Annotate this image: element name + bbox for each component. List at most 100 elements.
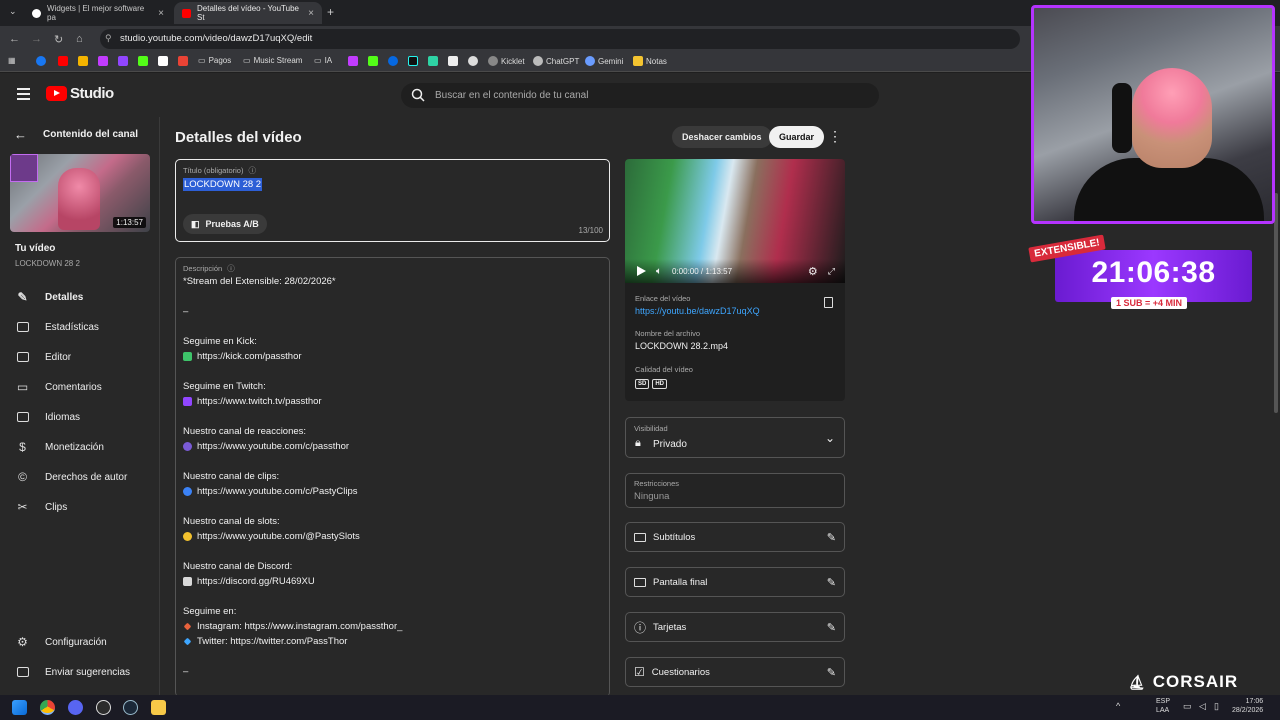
desc-line: Twitter: https://twitter.com/PassThor (183, 636, 347, 647)
sidebar-item-label: Editor (45, 351, 72, 363)
apps-grid-icon[interactable]: ▦ (8, 56, 16, 65)
bookmark-chatgpt[interactable]: ChatGPT (533, 56, 579, 66)
bookmark-facebook-icon[interactable] (36, 56, 46, 66)
bookmark-app-icon[interactable] (428, 56, 438, 66)
studio-logo[interactable]: Studio (46, 85, 114, 102)
site-info-icon[interactable]: ⚲ (105, 33, 112, 44)
video-link[interactable]: https://youtu.be/dawzD17uqXQ (635, 306, 760, 316)
save-button[interactable]: Guardar (769, 126, 825, 148)
description-field[interactable]: Descripción ⓘ *Stream del Extensible: 28… (175, 257, 610, 697)
sidebar-item-label: Detalles (45, 291, 84, 303)
steam-icon[interactable] (123, 700, 138, 715)
video-link-label: Enlace del vídeo (635, 294, 691, 303)
settings-gear-icon[interactable]: ⚙ (808, 265, 818, 278)
home-icon[interactable]: ⌂ (76, 33, 83, 45)
network-icon[interactable]: ▭ (1183, 701, 1192, 712)
bookmark-gmail-icon[interactable] (178, 56, 188, 66)
bookmark-kick-icon[interactable] (368, 56, 378, 66)
sidebar-item-settings[interactable]: ⚙ Configuración (0, 627, 159, 657)
sidebar: ← Contenido del canal 1:13:57 Tu vídeo L… (0, 117, 160, 695)
quality-label: Calidad del vídeo (635, 365, 693, 374)
sidebar-item-clips[interactable]: ✂ Clips (0, 492, 159, 522)
quizzes-button[interactable]: ☑ Cuestionarios ✎ (625, 657, 845, 687)
back-arrow-icon[interactable]: ← (9, 33, 20, 45)
ab-testing-button[interactable]: ◧ Pruebas A/B (183, 214, 267, 234)
search-input[interactable]: Buscar en el contenido de tu canal (401, 83, 879, 108)
windows-taskbar: ^ ESP LAA ▭ ◁ ▯ 17:06 28/2/2026 (0, 695, 1280, 720)
your-video-title: LOCKDOWN 28 2 (15, 259, 80, 268)
tab-widgets[interactable]: Widgets | El mejor software pa × (24, 2, 172, 24)
video-preview[interactable]: 🔈︎ 0:00:00 / 1:13:57 ⚙ ⤢ (625, 159, 845, 283)
file-explorer-icon[interactable] (151, 700, 166, 715)
youtube-favicon-icon (182, 8, 191, 18)
bookmark-meta-icon[interactable] (388, 56, 398, 66)
sidebar-item-label: Configuración (45, 636, 107, 648)
tab-close-icon[interactable]: × (308, 8, 314, 19)
subtitles-button[interactable]: Subtítulos ✎ (625, 522, 845, 552)
bookmark-tiktok-icon[interactable] (408, 56, 418, 66)
url-bar[interactable]: ⚲ studio.youtube.com/video/dawzD17uqXQ/e… (100, 29, 1020, 49)
bookmark-youtube-icon[interactable] (58, 56, 68, 66)
bookmark-app-icon[interactable] (158, 56, 168, 66)
bookmark-kicklet[interactable]: Kicklet (488, 56, 525, 66)
filename-value: LOCKDOWN 28.2.mp4 (635, 341, 729, 351)
help-icon[interactable]: ⓘ (249, 166, 257, 175)
undo-changes-button[interactable]: Deshacer cambios (672, 126, 772, 148)
copy-icon[interactable] (824, 297, 833, 308)
sidebar-item-copyright[interactable]: © Derechos de autor (0, 462, 159, 492)
bookmark-app-icon[interactable] (98, 56, 108, 66)
sidebar-item-languages[interactable]: Idiomas (0, 402, 159, 432)
cards-label: Tarjetas (653, 621, 687, 633)
tab-youtube-studio[interactable]: Detalles del vídeo - YouTube St × (174, 2, 322, 24)
your-video-heading: Tu vídeo (15, 243, 56, 254)
timer-value: 21:06:38 (1091, 256, 1216, 289)
bookmark-drive-icon[interactable] (78, 56, 88, 66)
sidebar-item-editor[interactable]: Editor (0, 342, 159, 372)
page-scrollbar[interactable] (1274, 193, 1278, 413)
bookmark-app-icon[interactable] (348, 56, 358, 66)
battery-icon[interactable]: ▯ (1214, 701, 1219, 712)
tab-list-chevron-icon[interactable]: ⌄ (9, 6, 17, 17)
system-clock[interactable]: 17:06 28/2/2026 (1232, 697, 1263, 715)
bookmark-app-icon[interactable] (468, 56, 478, 66)
new-tab-button[interactable]: + (327, 5, 334, 19)
help-icon[interactable]: ⓘ (227, 264, 235, 273)
sidebar-item-comments[interactable]: ▭ Comentarios (0, 372, 159, 402)
more-options-icon[interactable]: ⋮ (828, 128, 842, 145)
tray-chevron-icon[interactable]: ^ (1116, 701, 1120, 711)
chrome-icon[interactable] (40, 700, 55, 715)
title-input-value[interactable]: LOCKDOWN 28 2 (183, 178, 263, 191)
bookmark-twitch-icon[interactable] (118, 56, 128, 66)
discord-icon[interactable] (68, 700, 83, 715)
cards-button[interactable]: ⓘ Tarjetas ✎ (625, 612, 845, 642)
play-icon[interactable] (637, 266, 646, 276)
visibility-dropdown[interactable]: Visibilidad 🔒︎ Privado ⌄ (625, 417, 845, 458)
volume-icon[interactable]: 🔈︎ (656, 266, 662, 277)
video-thumbnail[interactable]: 1:13:57 (10, 154, 150, 232)
volume-icon[interactable]: ◁ (1199, 701, 1206, 712)
bookmark-folder-music-stream[interactable]: ▭ Music Stream (243, 56, 302, 65)
tab-close-icon[interactable]: × (158, 8, 164, 19)
input-language[interactable]: ESP LAA (1156, 697, 1170, 715)
bookmark-app-icon[interactable] (448, 56, 458, 66)
app-icon[interactable] (96, 700, 111, 715)
sidebar-item-feedback[interactable]: Enviar sugerencias (0, 657, 159, 687)
fullscreen-icon[interactable]: ⤢ (828, 266, 835, 277)
sidebar-item-details[interactable]: ✎ Detalles (0, 282, 159, 312)
desc-line: https://www.youtube.com/c/PastyClips (183, 486, 358, 497)
sidebar-item-analytics[interactable]: Estadísticas (0, 312, 159, 342)
bookmark-folder-ia[interactable]: ▭ IA (314, 56, 332, 65)
menu-icon[interactable] (17, 88, 30, 100)
back-to-content-link[interactable]: ← Contenido del canal (14, 127, 138, 142)
reload-icon[interactable]: ↻ (54, 33, 63, 46)
bookmark-folder-pagos[interactable]: ▭ Pagos (198, 56, 231, 65)
title-field[interactable]: Título (obligatorio) ⓘ LOCKDOWN 28 2 ◧ P… (175, 159, 610, 242)
end-screen-button[interactable]: Pantalla final ✎ (625, 567, 845, 597)
forward-arrow-icon[interactable]: → (31, 33, 42, 45)
ab-test-label: Pruebas A/B (205, 219, 259, 229)
bookmark-kick-icon[interactable] (138, 56, 148, 66)
windows-start-icon[interactable] (12, 700, 27, 715)
sidebar-item-monetization[interactable]: $ Monetización (0, 432, 159, 462)
bookmark-notas[interactable]: Notas (633, 56, 667, 66)
bookmark-gemini[interactable]: Gemini (585, 56, 623, 66)
